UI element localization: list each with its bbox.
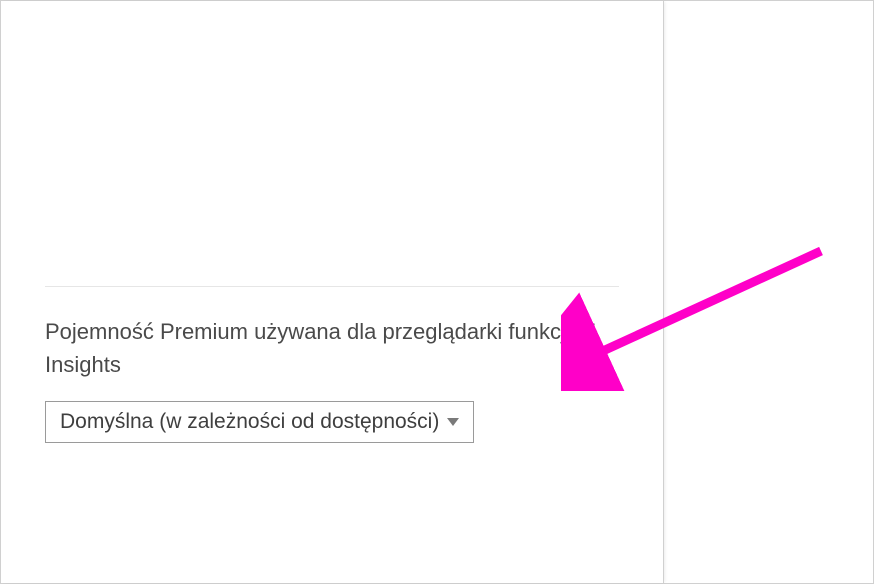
section-label: Pojemność Premium używana dla przeglądar… (45, 315, 619, 381)
section-divider (45, 286, 619, 287)
chevron-down-icon (447, 418, 459, 426)
capacity-dropdown[interactable]: Domyślna (w zależności od dostępności) (45, 401, 474, 443)
content-area: Pojemność Premium używana dla przeglądar… (45, 286, 619, 443)
dropdown-selected-text: Domyślna (w zależności od dostępności) (60, 410, 439, 434)
settings-panel: Pojemność Premium używana dla przeglądar… (1, 1, 664, 583)
